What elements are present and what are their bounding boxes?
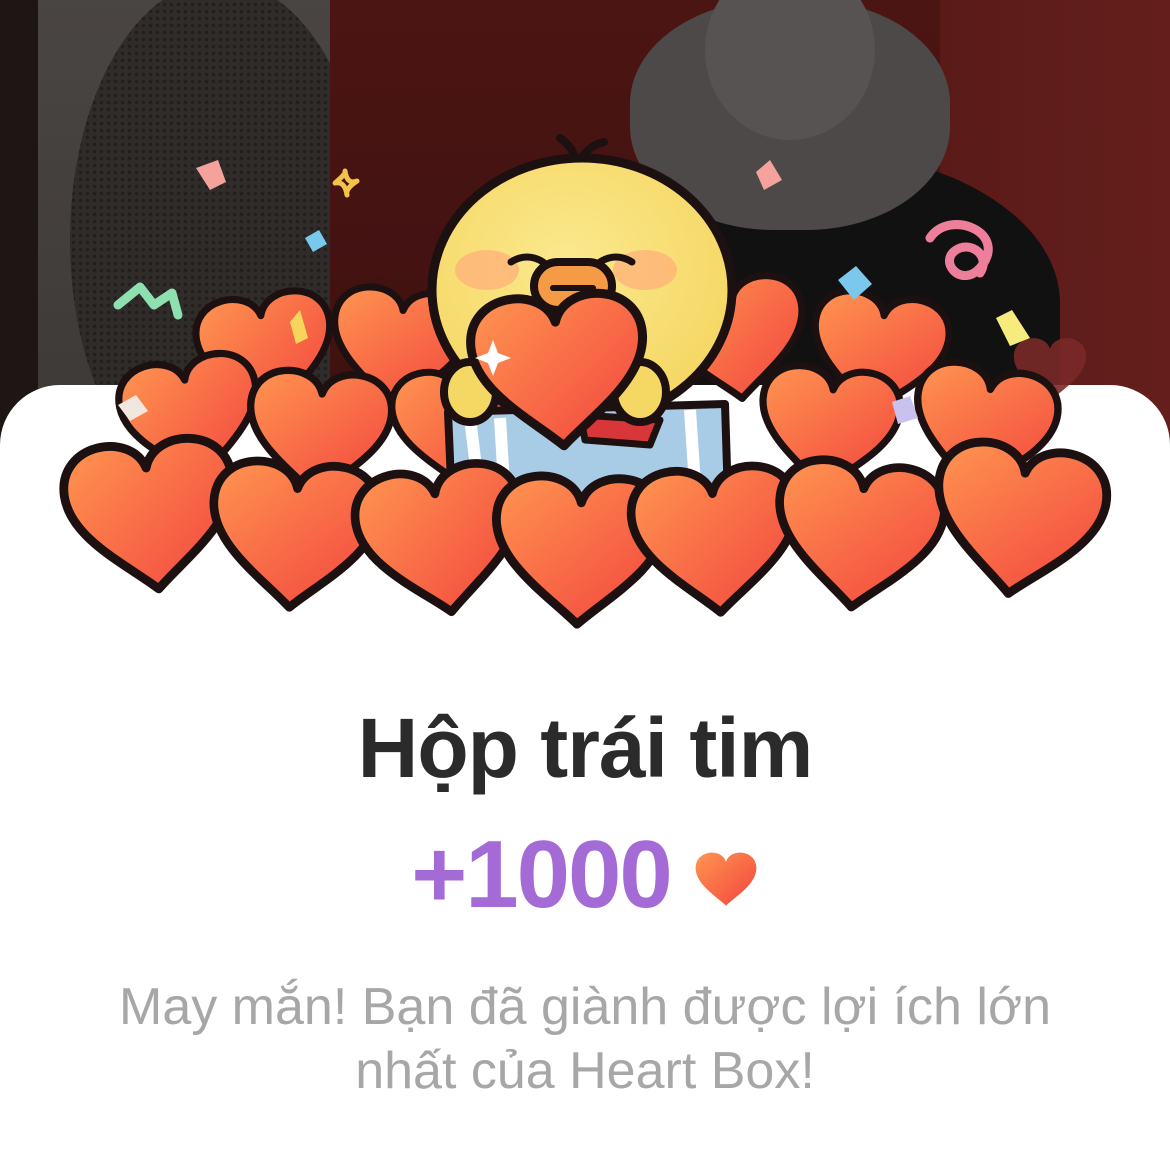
heart-icon: [695, 852, 757, 906]
reward-amount: +1000: [411, 821, 673, 928]
heart-box-illustration: [0, 0, 1170, 640]
dialog-title: Hộp trái tim: [357, 701, 814, 795]
heart-icon: [769, 455, 948, 615]
heart-icon: [925, 436, 1112, 605]
heart-icon: [628, 463, 803, 618]
reward-row: +1000: [0, 820, 1170, 930]
reward-message: May mắn! Bạn đã giành được lợi ích lớn n…: [119, 978, 1051, 1100]
